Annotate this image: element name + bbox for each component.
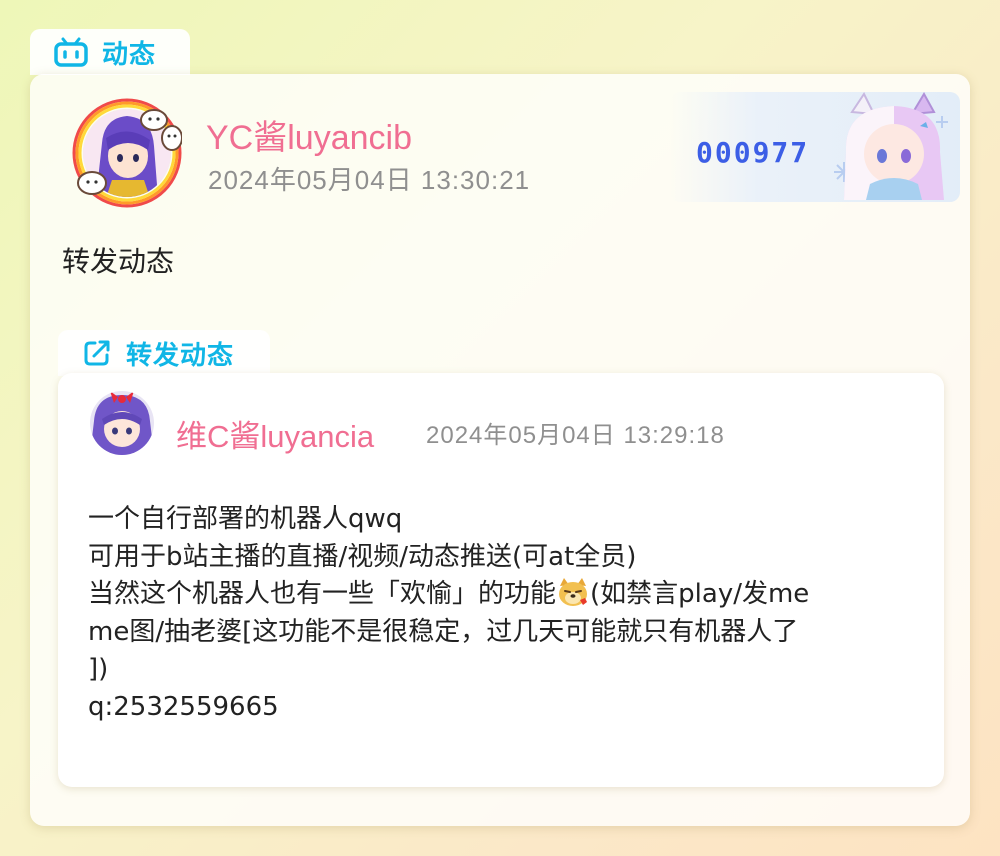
repost-card[interactable]: 维C酱luyancia 2024年05月04日 13:29:18 一个自行部署的… [58,373,944,787]
content-line: 可用于b站主播的直播/视频/动态推送(可at全员) [88,541,637,572]
dynamic-tab-label: 动态 [102,39,157,70]
fan-badge-number: 000977 [696,136,810,169]
post-content: 转发动态 [62,245,175,278]
content-line-text-after-emoji: (如禁言play/发me [590,579,810,609]
content-line: q:2532559665 [88,691,279,722]
repost-timestamp: 2024年05月04日 13:29:18 [426,422,725,449]
doge-emoji-icon [559,578,588,606]
repost-username[interactable]: 维C酱luyancia [176,411,374,456]
post-username[interactable]: YC酱luyancib [206,110,412,159]
content-line: me图/抽老婆[这功能不是很稳定，过几天可能就只有机器人了 [88,616,799,647]
repost-tab[interactable]: 转发动态 [58,330,270,376]
content-line-text: 当然这个机器人也有一些「欢愉」的功能 [88,579,557,609]
bilibili-tv-icon [54,37,88,67]
post-timestamp: 2024年05月04日 13:30:21 [208,165,531,195]
content-line: ]) [88,654,109,684]
fan-badge: 000977 [670,92,960,202]
share-icon [82,338,112,368]
repost-avatar[interactable] [90,391,154,455]
content-line: 当然这个机器人也有一些「欢愉」的功能 (如禁言play/发me [88,576,918,614]
repost-tab-label: 转发动态 [126,340,235,371]
fan-badge-character-icon [834,92,948,200]
content-line: 一个自行部署的机器人qwq [88,504,403,534]
avatar[interactable] [72,98,183,208]
repost-content: 一个自行部署的机器人qwq 可用于b站主播的直播/视频/动态推送(可at全员) … [88,501,918,726]
dynamic-tab[interactable]: 动态 [30,29,190,75]
